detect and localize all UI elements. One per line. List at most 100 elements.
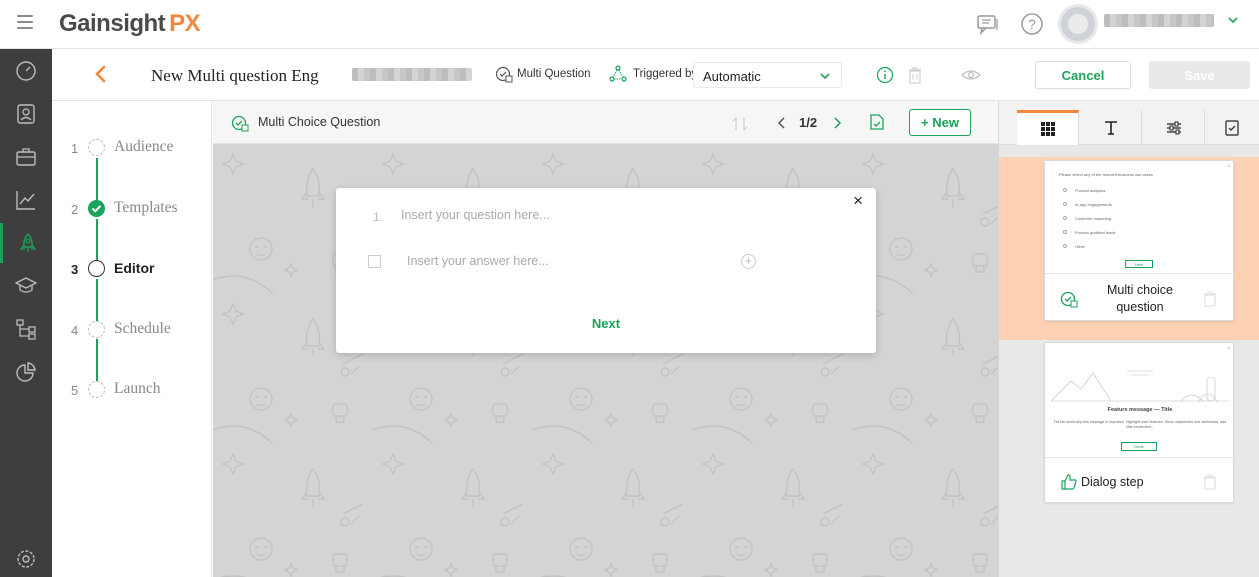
- type-label: Multi Question: [517, 68, 591, 80]
- panel-tabs: [999, 101, 1259, 145]
- step-pending-circle: [88, 139, 105, 156]
- page-title[interactable]: New Multi question Eng: [151, 66, 319, 86]
- tab-layout[interactable]: [1017, 110, 1079, 145]
- eye-icon[interactable]: [961, 68, 981, 82]
- step-audience[interactable]: 1 Audience: [52, 136, 212, 160]
- chevron-left-icon[interactable]: [777, 116, 787, 130]
- step-label: Templates: [114, 199, 178, 216]
- steps-panel: 1 Audience 2 Templates 3 Editor 4 Schedu…: [52, 101, 212, 577]
- trigger-select[interactable]: Automatic: [693, 62, 842, 88]
- menu-icon[interactable]: [17, 15, 33, 29]
- step-card-thumbnail: × Feature message — Title Tell the world…: [1045, 343, 1235, 458]
- triggered-by-label: Triggered by: [633, 68, 698, 80]
- briefcase-icon[interactable]: [0, 137, 52, 177]
- save-button[interactable]: Save: [1149, 61, 1250, 89]
- editor-header: New Multi question Eng Multi Question Tr…: [52, 49, 1259, 101]
- user-name-redacted: [1104, 14, 1214, 27]
- delete-icon[interactable]: [1203, 291, 1217, 307]
- answer-checkbox[interactable]: [368, 255, 381, 268]
- step-card-caption: Multi choice question: [1107, 283, 1173, 314]
- thumbs-up-icon: [1061, 474, 1077, 490]
- settings-icon[interactable]: [0, 539, 52, 577]
- dashboard-icon[interactable]: [0, 51, 52, 91]
- step-label: Launch: [114, 380, 161, 397]
- step-number: 5: [71, 383, 79, 398]
- preview-option: Other: [1075, 244, 1086, 249]
- step-connector: [96, 279, 98, 321]
- preview-radio: [1063, 216, 1067, 220]
- reorder-icon[interactable]: [731, 115, 749, 133]
- close-icon: ×: [1227, 163, 1230, 168]
- chevron-down-icon: [820, 73, 830, 80]
- canvas-header: Multi Choice Question 1/2 + New: [213, 101, 998, 144]
- close-icon[interactable]: ×: [853, 191, 863, 211]
- step-connector: [96, 339, 98, 381]
- preview-option: In-app engagements: [1075, 202, 1112, 207]
- tab-text[interactable]: [1080, 110, 1142, 145]
- chevron-right-icon[interactable]: [832, 116, 842, 130]
- add-answer-icon[interactable]: +: [741, 254, 756, 269]
- sliders-icon: [1166, 121, 1181, 134]
- cancel-button[interactable]: Cancel: [1035, 61, 1131, 89]
- step-editor[interactable]: 3 Editor: [52, 257, 212, 281]
- step-connector: [96, 158, 98, 201]
- graduation-cap-icon[interactable]: [0, 266, 52, 306]
- multi-question-icon: [231, 115, 249, 132]
- user-profile-icon[interactable]: [0, 94, 52, 134]
- step-card-thumbnail: Please select any of the relevant busine…: [1045, 161, 1235, 274]
- step-type-label: Multi Choice Question: [258, 115, 381, 129]
- preview-radio: [1063, 244, 1067, 248]
- preview-radio: [1063, 230, 1067, 234]
- step-pending-circle: [88, 321, 105, 338]
- avatar[interactable]: [1058, 4, 1098, 44]
- step-pending-circle: [88, 381, 105, 398]
- hierarchy-icon[interactable]: [0, 309, 52, 349]
- answer-input[interactable]: Insert your answer here...: [407, 254, 549, 268]
- preview-option: Product qualified leads: [1075, 230, 1116, 235]
- question-input[interactable]: Insert your question here...: [401, 208, 550, 222]
- step-card-dialog[interactable]: × Feature message — Title Tell the world…: [1044, 342, 1235, 503]
- info-icon[interactable]: [876, 66, 894, 84]
- step-number: 3: [71, 262, 79, 277]
- step-number: 4: [71, 323, 79, 338]
- step-number: 1: [71, 141, 79, 156]
- text-icon: [1104, 120, 1117, 135]
- tab-survey[interactable]: [1206, 110, 1259, 145]
- grid-icon: [1040, 122, 1055, 136]
- svg-text:?: ?: [1028, 16, 1036, 32]
- left-nav: [0, 49, 52, 577]
- page-indicator: 1/2: [799, 115, 818, 130]
- step-current-circle: [88, 260, 105, 277]
- help-icon[interactable]: ?: [1020, 12, 1044, 36]
- preview-title: Feature message — Title: [1107, 407, 1173, 413]
- step-label: Audience: [114, 138, 174, 155]
- tab-settings[interactable]: [1143, 110, 1205, 145]
- delete-icon[interactable]: [1203, 474, 1217, 490]
- chevron-down-icon[interactable]: [1228, 16, 1238, 24]
- preview-radio: [1063, 202, 1067, 206]
- question-number: 1.: [373, 210, 384, 224]
- close-icon: ×: [1227, 345, 1230, 350]
- back-arrow-icon[interactable]: [92, 63, 108, 85]
- analytics-icon[interactable]: [0, 180, 52, 220]
- add-step-button[interactable]: + New: [909, 109, 971, 136]
- next-button[interactable]: Next: [556, 306, 656, 340]
- chat-icon[interactable]: [976, 12, 1000, 36]
- step-schedule[interactable]: 4 Schedule: [52, 318, 212, 342]
- title-redacted: [352, 68, 472, 81]
- step-label: Schedule: [114, 320, 171, 337]
- pie-chart-icon[interactable]: [0, 352, 52, 392]
- step-card-multi-choice[interactable]: Please select any of the relevant busine…: [1044, 160, 1235, 321]
- step-card-caption: Dialog step: [1081, 475, 1144, 489]
- rocket-icon[interactable]: [0, 223, 52, 263]
- step-templates[interactable]: 2 Templates: [52, 197, 212, 221]
- preview-body: Tell the world why this message is impor…: [1053, 420, 1227, 429]
- check-circle-icon: [88, 200, 105, 217]
- multi-question-dialog: × 1. Insert your question here... Insert…: [336, 188, 876, 353]
- step-launch[interactable]: 5 Launch: [52, 378, 212, 402]
- trigger-icon: [609, 65, 627, 82]
- survey-icon[interactable]: [869, 113, 885, 131]
- right-panel: Please select any of the relevant busine…: [998, 101, 1259, 577]
- delete-icon[interactable]: [907, 66, 923, 84]
- preview-next-button: Next: [1125, 260, 1153, 268]
